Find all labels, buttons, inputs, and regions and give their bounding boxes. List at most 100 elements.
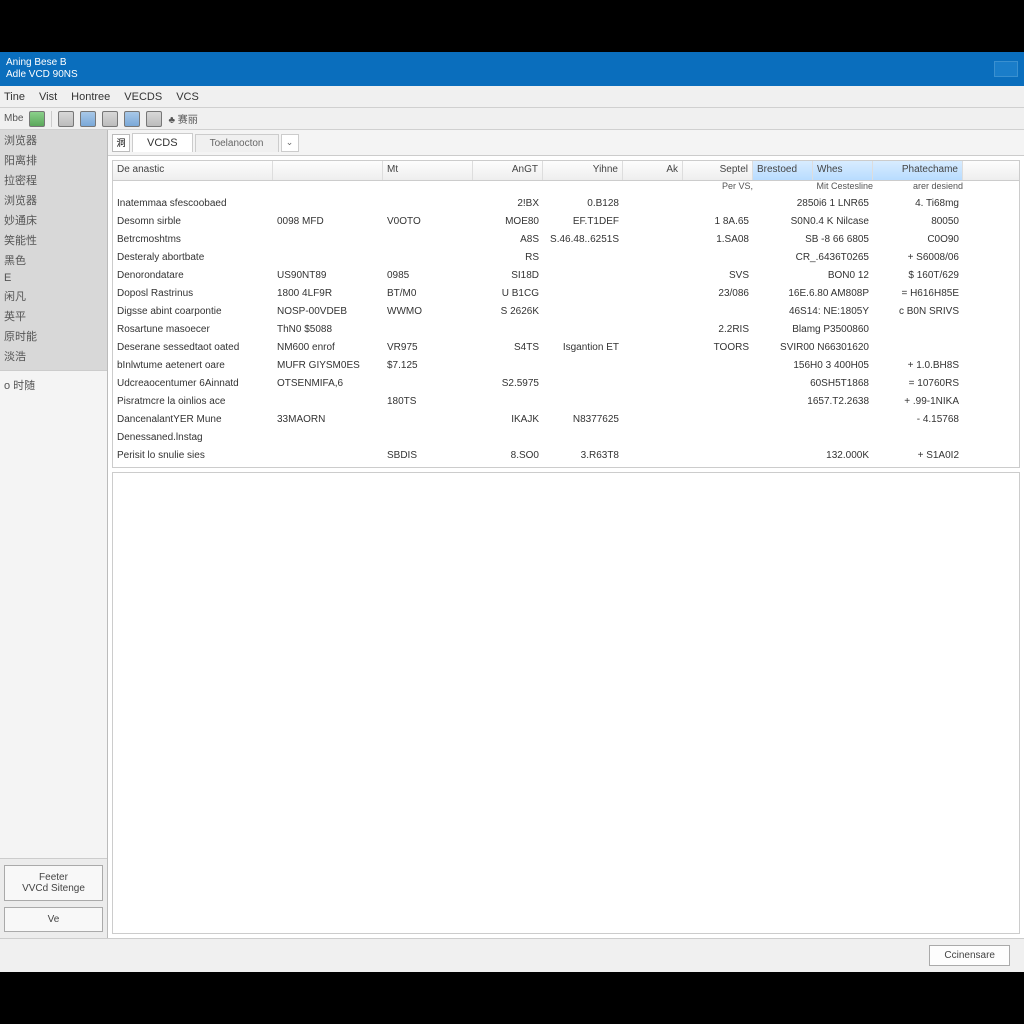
cell: 0.B128 (543, 197, 623, 215)
cell: Pisratmcre la oinlios ace (113, 395, 273, 413)
cell (683, 197, 753, 215)
table-row[interactable]: Pisratmcre la oinlios ace180TS1657.T2.26… (113, 395, 1019, 413)
grid-subheader: Per VS, Mit Cestesline arer desiend (113, 181, 1019, 197)
col-header-hl[interactable]: Phatechame (873, 161, 963, 180)
sidebar-item[interactable]: 阳离排 (0, 150, 107, 170)
cell: S.46.48..6251S (543, 233, 623, 251)
sidebar-item[interactable]: 笑能性 (0, 230, 107, 250)
cell (273, 197, 383, 215)
cell: 2!BX (473, 197, 543, 215)
cell: CR_.6436T0265 (753, 251, 873, 269)
cell (623, 197, 683, 215)
col-header[interactable]: Ak (623, 161, 683, 180)
table-row[interactable]: Denessaned.lnstag (113, 431, 1019, 449)
cell (623, 431, 683, 449)
cell: $7.125 (383, 359, 473, 377)
col-header[interactable]: Yihne (543, 161, 623, 180)
toolbar-icon[interactable] (102, 111, 118, 127)
window-button[interactable] (994, 61, 1018, 77)
table-row[interactable]: Desteraly abortbateRSCR_.6436T0265+ S600… (113, 251, 1019, 269)
col-header-hl[interactable]: Brestoed (753, 161, 813, 180)
sidebar-item[interactable]: 浏览器 (0, 130, 107, 150)
cell: 2.2RIS (683, 323, 753, 341)
menu-item[interactable]: Hontree (71, 91, 110, 103)
lower-panel (112, 472, 1020, 934)
table-row[interactable]: Udcreaocentumer 6AinnatdOTSENMIFA,6S2.59… (113, 377, 1019, 395)
toolbar-icon[interactable] (146, 111, 162, 127)
cell (273, 251, 383, 269)
toolbar-icon[interactable] (58, 111, 74, 127)
sidebar-item[interactable]: E (0, 270, 107, 286)
col-header[interactable]: Septel (683, 161, 753, 180)
cell (383, 431, 473, 449)
sidebar-item[interactable]: 拉密程 (0, 170, 107, 190)
cell (683, 377, 753, 395)
sidebar-lower-item[interactable]: o 时随 (0, 371, 107, 395)
table-row[interactable]: DancenalantYER Mune33MAORNIKAJKN8377625-… (113, 413, 1019, 431)
cell: BON0 12 (753, 269, 873, 287)
menu-item[interactable]: Vist (39, 91, 57, 103)
tab-secondary[interactable]: Toelanocton (195, 134, 279, 152)
table-row[interactable]: Deserane sessedtaot oatedNM600 enrofVR97… (113, 341, 1019, 359)
sidebar-item[interactable]: 黑色 (0, 250, 107, 270)
col-header-hl[interactable]: Whes (813, 161, 873, 180)
sidebar-item[interactable]: 闲凡 (0, 286, 107, 306)
menu-item[interactable]: VCS (176, 91, 199, 103)
cell (543, 269, 623, 287)
toolbar-label: Mbe (4, 113, 23, 124)
cell: SB -8 66 6805 (753, 233, 873, 251)
cell: = 10760RS (873, 377, 963, 395)
cell: US90NT89 (273, 269, 383, 287)
sidebar-item[interactable]: 淡浩 (0, 346, 107, 366)
table-row[interactable]: Perisit lo snulie siesSBDIS8.SO03.R63T81… (113, 449, 1019, 467)
col-header[interactable]: De anastic (113, 161, 273, 180)
table-row[interactable]: Doposl Rastrinus1800 4LF9RBT/M0U B1CG23/… (113, 287, 1019, 305)
cell: - 4.15768 (873, 413, 963, 431)
sidebar-item[interactable]: 浏览器 (0, 190, 107, 210)
cell (543, 395, 623, 413)
cell (873, 323, 963, 341)
cell: 1800 4LF9R (273, 287, 383, 305)
cell (753, 413, 873, 431)
table-row[interactable]: BetrcmoshtmsA8SS.46.48..6251S1.SA08SB -8… (113, 233, 1019, 251)
ve-button[interactable]: Ve (4, 907, 103, 932)
cell: 1.SA08 (683, 233, 753, 251)
cell: S2.5975 (473, 377, 543, 395)
menu-item[interactable]: Tine (4, 91, 25, 103)
toolbar-icon[interactable] (80, 111, 96, 127)
cell (383, 377, 473, 395)
cell (383, 197, 473, 215)
settings-button[interactable]: Feeter VVCd Sitenge (4, 865, 103, 901)
toolbar-icon[interactable] (29, 111, 45, 127)
cell (623, 323, 683, 341)
tab-vcds[interactable]: VCDS (132, 133, 193, 152)
cell: MUFR GIYSM0ES (273, 359, 383, 377)
cell: 33MAORN (273, 413, 383, 431)
table-row[interactable]: bInlwtume aetenert oareMUFR GIYSM0ES$7.1… (113, 359, 1019, 377)
tab-dropdown-icon[interactable]: ⌄ (281, 134, 299, 152)
toolbar-icon[interactable] (124, 111, 140, 127)
table-row[interactable]: Inatemmaa sfescoobaed2!BX0.B1282850i6 1 … (113, 197, 1019, 215)
toolbar-separator (51, 111, 52, 127)
footer-button[interactable]: Ccinensare (929, 945, 1010, 966)
col-header[interactable]: AnGT (473, 161, 543, 180)
table-row[interactable]: Digsse abint coarpontieNOSP-00VDEBWWMOS … (113, 305, 1019, 323)
table-row[interactable]: Rosartune masoecerThN0 $50882.2RISBlamg … (113, 323, 1019, 341)
cell (623, 377, 683, 395)
tab-home-icon[interactable]: 洞 (112, 134, 130, 152)
col-header[interactable]: Mt (383, 161, 473, 180)
cell (543, 323, 623, 341)
subheader-cell: arer desiend (873, 181, 963, 197)
col-header[interactable] (273, 161, 383, 180)
sidebar-item[interactable]: 英平 (0, 306, 107, 326)
table-row[interactable]: Desomn sirble0098 MFDV0OTOMOE80EF.T1DEF1… (113, 215, 1019, 233)
cell (623, 413, 683, 431)
table-row[interactable]: DenorondatareUS90NT890985SI18DSVSBON0 12… (113, 269, 1019, 287)
sidebar-item[interactable]: 原时能 (0, 326, 107, 346)
cell (473, 395, 543, 413)
cell: Betrcmoshtms (113, 233, 273, 251)
sidebar-item[interactable]: 妙通床 (0, 210, 107, 230)
menu-item[interactable]: VECDS (124, 91, 162, 103)
sidebar: 浏览器 阳离排 拉密程 浏览器 妙通床 笑能性 黑色 E 闲凡 英平 原时能 淡… (0, 130, 108, 938)
cell (543, 377, 623, 395)
